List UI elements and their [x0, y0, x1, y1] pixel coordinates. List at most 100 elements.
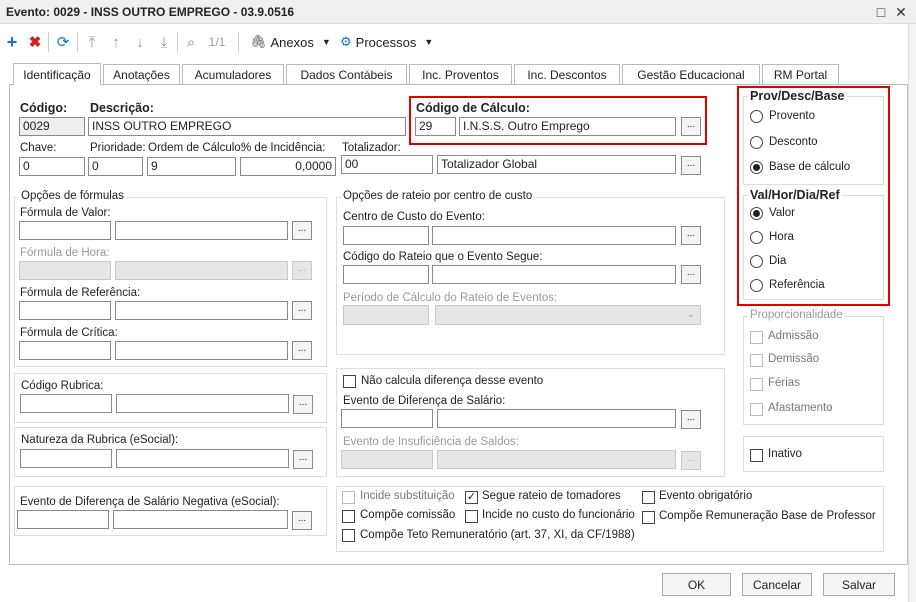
- valor-radio[interactable]: [750, 207, 763, 220]
- segue-rateio-checkbox[interactable]: ✓: [465, 491, 478, 504]
- tab-gestao-educacional[interactable]: Gestão Educacional: [622, 64, 760, 84]
- codigo-rubrica-desc[interactable]: [116, 394, 289, 413]
- rateio-group-title: Opções de rateio por centro de custo: [341, 190, 535, 202]
- compoe-remuneracao-professor-checkbox[interactable]: [642, 511, 655, 524]
- formula-referencia-desc[interactable]: [115, 301, 288, 320]
- tab-dados-contabeis[interactable]: Dados Contábeis: [286, 64, 407, 84]
- chave-label: Chave:: [20, 142, 57, 154]
- incide-custo-checkbox[interactable]: [465, 510, 478, 523]
- formula-hora-code: [19, 261, 111, 280]
- codigo-field[interactable]: 0029: [19, 117, 85, 136]
- inativo-group: [743, 436, 884, 472]
- delete-icon[interactable]: ✖: [26, 31, 44, 53]
- codigo-rateio-code[interactable]: [343, 265, 429, 284]
- natureza-rubrica-lookup-button[interactable]: ...: [293, 450, 313, 469]
- nao-calcula-diferenca-checkbox[interactable]: [343, 375, 356, 388]
- base-calculo-radio[interactable]: [750, 161, 763, 174]
- dia-label: Dia: [769, 255, 787, 267]
- referencia-label: Referência: [769, 279, 825, 291]
- compoe-comissao-checkbox[interactable]: [342, 510, 355, 523]
- val-hor-dia-ref-title: Val/Hor/Dia/Ref: [748, 188, 842, 202]
- centro-custo-code[interactable]: [343, 226, 429, 245]
- evento-diferenca-negativa-label: Evento de Diferença de Salário Negativa …: [20, 496, 280, 508]
- totalizador-desc[interactable]: Totalizador Global: [437, 155, 676, 174]
- next-record-icon[interactable]: ↓: [131, 31, 149, 53]
- formula-referencia-code[interactable]: [19, 301, 111, 320]
- codigo-calculo-lookup-button[interactable]: ...: [681, 117, 701, 136]
- first-record-icon[interactable]: ⤒: [83, 31, 101, 53]
- tab-acumuladores[interactable]: Acumuladores: [182, 64, 284, 84]
- toolbar-separator: [177, 32, 178, 52]
- formula-hora-desc: [115, 261, 288, 280]
- paperclip-icon: 🖇: [250, 34, 267, 49]
- tab-anotacoes[interactable]: Anotações: [103, 64, 180, 84]
- evento-diferenca-negativa-code[interactable]: [17, 510, 109, 529]
- refresh-icon[interactable]: ⟳: [54, 31, 72, 53]
- formula-valor-code[interactable]: [19, 221, 111, 240]
- evento-insuficiencia-code: [341, 450, 433, 469]
- evento-diferenca-code[interactable]: [341, 409, 433, 428]
- valor-label: Valor: [769, 207, 795, 219]
- natureza-rubrica-desc[interactable]: [116, 449, 289, 468]
- save-button[interactable]: Salvar: [823, 573, 895, 596]
- previous-record-icon[interactable]: ↑: [107, 31, 125, 53]
- hora-radio[interactable]: [750, 231, 763, 244]
- centro-custo-lookup-button[interactable]: ...: [681, 226, 701, 245]
- formula-critica-lookup-button[interactable]: ...: [292, 341, 312, 360]
- close-icon[interactable]: ✕: [892, 3, 910, 21]
- attachments-menu[interactable]: 🖇 Anexos ▼: [250, 31, 331, 53]
- natureza-rubrica-code[interactable]: [20, 449, 112, 468]
- formula-critica-code[interactable]: [19, 341, 111, 360]
- codigo-calculo-code[interactable]: 29: [415, 117, 456, 136]
- maximize-icon[interactable]: □: [872, 3, 890, 21]
- provento-radio[interactable]: [750, 110, 763, 123]
- formula-valor-desc[interactable]: [115, 221, 288, 240]
- prioridade-field[interactable]: 0: [88, 157, 143, 176]
- add-icon[interactable]: +: [3, 31, 21, 53]
- codigo-rateio-lookup-button[interactable]: ...: [681, 265, 701, 284]
- referencia-radio[interactable]: [750, 279, 763, 292]
- formula-critica-desc[interactable]: [115, 341, 288, 360]
- formula-referencia-lookup-button[interactable]: ...: [292, 301, 312, 320]
- codigo-calculo-desc[interactable]: I.N.S.S. Outro Emprego: [459, 117, 676, 136]
- inativo-checkbox[interactable]: [750, 449, 763, 462]
- desconto-radio[interactable]: [750, 136, 763, 149]
- codigo-rubrica-code[interactable]: [20, 394, 112, 413]
- codigo-rateio-desc[interactable]: [432, 265, 676, 284]
- compoe-comissao-label: Compõe comissão: [360, 509, 456, 521]
- chave-field[interactable]: 0: [19, 157, 85, 176]
- incidencia-field[interactable]: 0,0000: [240, 157, 336, 176]
- formula-hora-lookup-button: ...: [292, 261, 312, 280]
- totalizador-lookup-button[interactable]: ...: [681, 156, 701, 175]
- dia-radio[interactable]: [750, 255, 763, 268]
- descricao-field[interactable]: INSS OUTRO EMPREGO: [88, 117, 406, 136]
- cancel-button[interactable]: Cancelar: [742, 573, 812, 596]
- last-record-icon[interactable]: ⤓: [155, 31, 173, 53]
- formula-critica-label: Fórmula de Crítica:: [20, 327, 118, 339]
- scrollbar[interactable]: [908, 24, 916, 602]
- compoe-teto-checkbox[interactable]: [342, 529, 355, 542]
- evento-obrigatorio-checkbox[interactable]: [642, 491, 655, 504]
- evento-diferenca-lookup-button[interactable]: ...: [681, 410, 701, 429]
- demissao-label: Demissão: [768, 353, 820, 365]
- afastamento-checkbox: [750, 403, 763, 416]
- centro-custo-desc[interactable]: [432, 226, 676, 245]
- totalizador-code[interactable]: 00: [341, 155, 433, 174]
- ok-button[interactable]: OK: [662, 573, 731, 596]
- caret-down-icon: ▼: [321, 37, 331, 47]
- evento-diferenca-negativa-lookup-button[interactable]: ...: [292, 511, 312, 530]
- processes-menu[interactable]: ⚙ Processos ▼: [340, 31, 433, 53]
- ordem-calculo-field[interactable]: 9: [147, 157, 236, 176]
- tab-inc-proventos[interactable]: Inc. Proventos: [409, 64, 512, 84]
- tab-rm-portal[interactable]: RM Portal: [762, 64, 839, 84]
- formula-referencia-label: Fórmula de Referência:: [20, 287, 141, 299]
- processes-label: Processos: [355, 34, 417, 50]
- tab-inc-descontos[interactable]: Inc. Descontos: [514, 64, 620, 84]
- tab-identificacao[interactable]: Identificação: [13, 63, 101, 85]
- prov-desc-base-title: Prov/Desc/Base: [748, 89, 847, 103]
- evento-diferenca-negativa-desc[interactable]: [113, 510, 288, 529]
- codigo-rubrica-lookup-button[interactable]: ...: [293, 395, 313, 414]
- formula-valor-lookup-button[interactable]: ...: [292, 221, 312, 240]
- search-icon[interactable]: ⌕: [182, 31, 200, 53]
- evento-diferenca-desc[interactable]: [437, 409, 676, 428]
